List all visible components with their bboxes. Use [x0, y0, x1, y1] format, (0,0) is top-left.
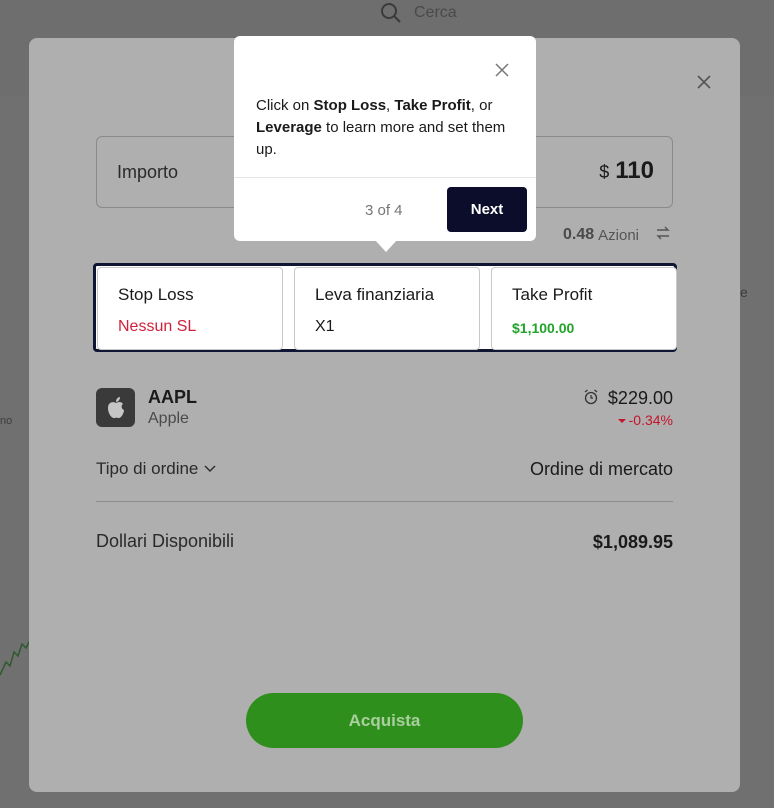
leverage-title: Leva finanziaria — [315, 285, 435, 304]
search-placeholder: Cerca — [414, 4, 457, 21]
tooltip-text: Click on Stop Loss, Take Profit, or Leve… — [256, 95, 520, 161]
take-profit-value: $1,100.00 — [512, 320, 575, 336]
background-left-text: no — [0, 415, 13, 427]
shares-unit: Azioni — [598, 226, 639, 244]
tooltip-arrow — [374, 239, 398, 252]
onboarding-tooltip: Click on Stop Loss, Take Profit, or Leve… — [234, 36, 536, 252]
alarm-clock-icon[interactable] — [583, 389, 599, 409]
chevron-down-icon — [204, 465, 216, 472]
asset-name: Apple — [148, 410, 189, 427]
amount-number: 110 — [615, 157, 654, 184]
tooltip-text-part: , or — [470, 97, 493, 114]
tooltip-leverage-link: Leverage — [256, 119, 322, 136]
search-icon — [381, 3, 401, 23]
leverage-option[interactable]: Leva finanziaria X1 — [294, 267, 480, 350]
asset-change: -0.34% — [617, 412, 673, 428]
background-right-text: e — [740, 284, 748, 300]
order-type-label: Tipo di ordine — [96, 459, 199, 478]
asset-price: $229.00 — [607, 388, 673, 408]
caret-down-icon — [617, 419, 626, 423]
amount-value[interactable]: $110 — [599, 157, 654, 185]
tooltip-text-part: Click on — [256, 97, 314, 114]
buy-button[interactable]: Acquista — [246, 693, 523, 748]
tooltip-divider — [234, 177, 536, 178]
apple-logo-icon — [96, 388, 135, 427]
close-icon[interactable] — [693, 72, 715, 94]
available-value: $1,089.95 — [592, 532, 673, 552]
tooltip-take-profit-link: Take Profit — [394, 97, 471, 114]
order-type-value: Ordine di mercato — [529, 459, 673, 479]
divider — [96, 501, 673, 502]
stop-loss-title: Stop Loss — [118, 285, 194, 304]
stop-loss-option[interactable]: Stop Loss Nessun SL — [97, 267, 283, 350]
tooltip-next-button[interactable]: Next — [447, 187, 527, 232]
background-search: Cerca — [380, 0, 457, 26]
take-profit-option[interactable]: Take Profit $1,100.00 — [491, 267, 677, 350]
order-type-dropdown[interactable]: Tipo di ordine — [96, 459, 216, 479]
tooltip-close-icon[interactable] — [492, 61, 512, 81]
take-profit-title: Take Profit — [512, 285, 593, 304]
asset-ticker: AAPL — [148, 387, 197, 407]
tooltip-step-counter: 3 of 4 — [365, 202, 403, 219]
leverage-value: X1 — [315, 318, 335, 335]
shares-value: 0.48 — [563, 226, 595, 243]
trade-options-highlight: Stop Loss Nessun SL Leva finanziaria X1 … — [93, 263, 677, 352]
tooltip-stop-loss-link: Stop Loss — [313, 97, 387, 114]
background-chart-line — [0, 639, 30, 676]
amount-label: Importo — [117, 162, 179, 182]
asset-change-value: -0.34% — [628, 412, 673, 428]
stop-loss-value: Nessun SL — [118, 318, 197, 335]
shares-readout: 0.48 Azioni — [563, 226, 639, 244]
amount-currency: $ — [599, 162, 610, 182]
swap-icon[interactable] — [655, 225, 671, 246]
available-label: Dollari Disponibili — [96, 531, 235, 551]
